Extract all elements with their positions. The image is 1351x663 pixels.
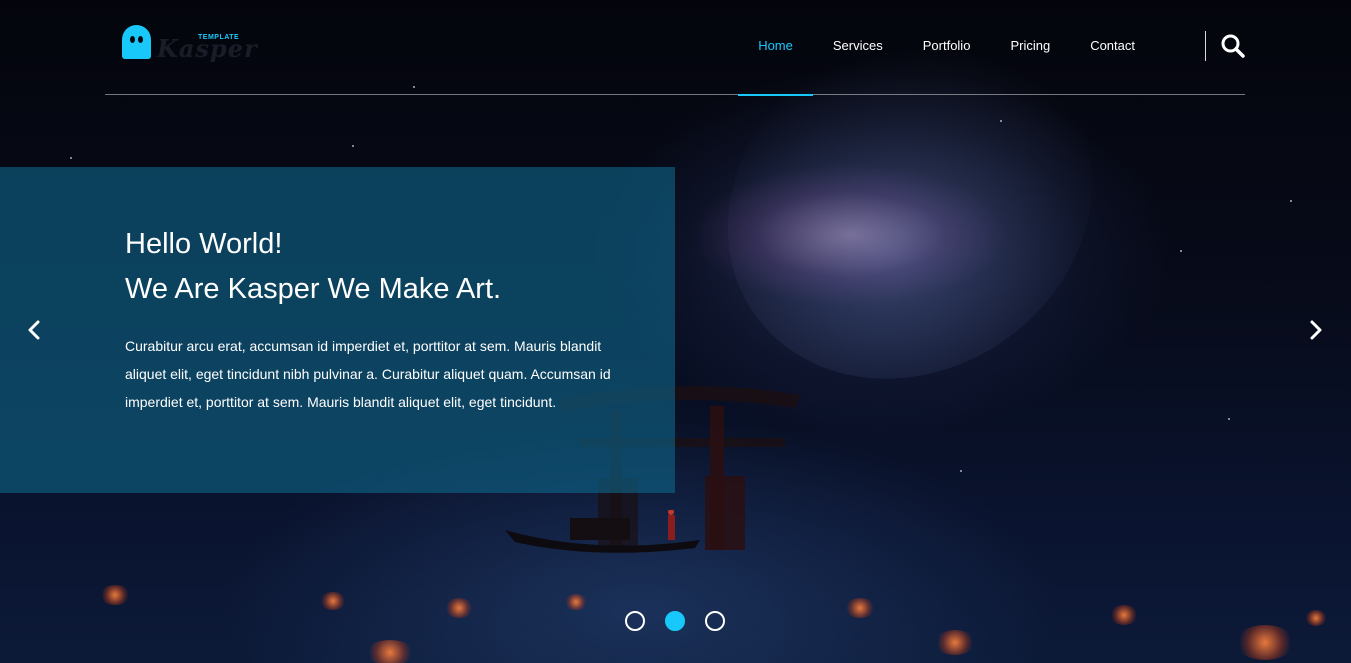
logo[interactable]: Kasper TEMPLATE <box>122 25 257 70</box>
lantern <box>565 594 587 610</box>
star <box>1290 200 1292 202</box>
hero-content-panel: Hello World! We Are Kasper We Make Art. … <box>0 167 675 493</box>
hero-heading-line-2: We Are Kasper We Make Art. <box>125 273 502 305</box>
lantern <box>365 640 415 663</box>
slider-dot-2[interactable] <box>665 611 685 631</box>
lantern <box>1110 605 1138 625</box>
star <box>1000 120 1002 122</box>
star <box>1228 418 1230 420</box>
chevron-left-icon[interactable] <box>23 318 47 342</box>
ghost-logo-icon <box>122 25 151 59</box>
nav-item-home[interactable]: Home <box>738 0 813 96</box>
lantern <box>1305 610 1327 626</box>
star <box>960 470 962 472</box>
star <box>352 145 354 147</box>
nav-item-services[interactable]: Services <box>813 0 903 95</box>
star <box>70 157 72 159</box>
star <box>1180 250 1182 252</box>
search-icon[interactable] <box>1220 33 1248 61</box>
lantern <box>320 592 346 610</box>
logo-tag: TEMPLATE <box>198 34 240 41</box>
nav-divider <box>1205 31 1206 61</box>
hero-heading-line-1: Hello World! <box>125 228 283 260</box>
slider-pagination <box>625 611 725 631</box>
nav-item-portfolio[interactable]: Portfolio <box>903 0 991 95</box>
hero-paragraph: Curabitur arcu erat, accumsan id imperdi… <box>125 338 611 410</box>
lantern <box>1235 625 1295 660</box>
nav-item-contact[interactable]: Contact <box>1070 0 1155 95</box>
chevron-right-icon[interactable] <box>1303 318 1327 342</box>
lantern <box>445 598 473 618</box>
slider-dot-1[interactable] <box>625 611 645 631</box>
boat-illustration <box>505 510 700 553</box>
lantern <box>100 585 130 605</box>
hero-section: Kasper TEMPLATE Home Services Portfolio … <box>0 0 1351 663</box>
lantern <box>935 630 975 655</box>
lantern <box>845 598 875 618</box>
nav-item-pricing[interactable]: Pricing <box>990 0 1070 95</box>
main-nav: Home Services Portfolio Pricing Contact <box>738 0 1155 96</box>
hero-heading: Hello World! We Are Kasper We Make Art. <box>125 222 501 312</box>
site-header: Kasper TEMPLATE Home Services Portfolio … <box>105 0 1248 96</box>
slider-dot-3[interactable] <box>705 611 725 631</box>
